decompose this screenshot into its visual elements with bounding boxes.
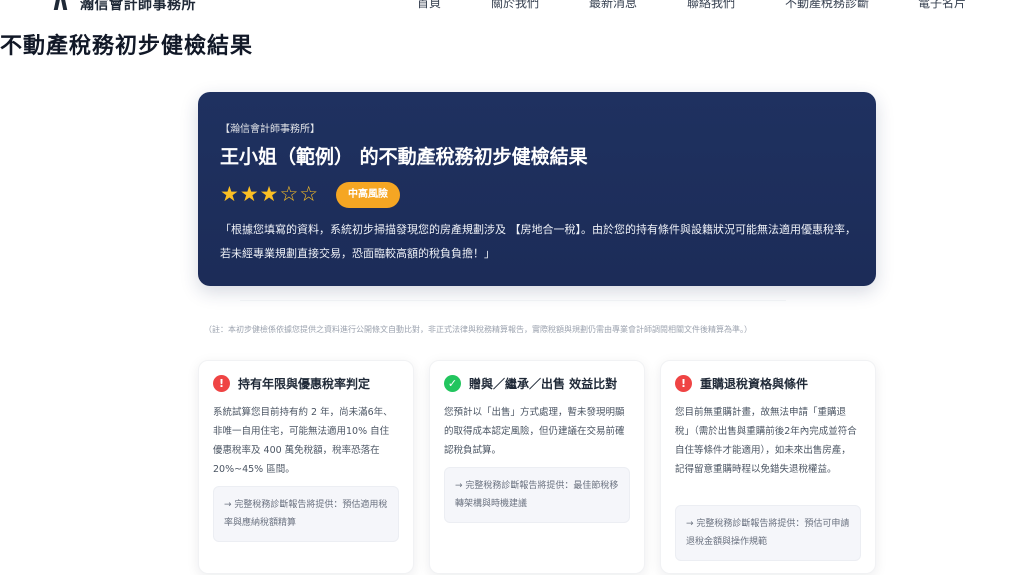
nav-item-business-card[interactable]: 電子名片 — [918, 0, 966, 11]
star-empty-icon: ☆☆ — [279, 182, 320, 206]
card-title: 重購退稅資格與條件 — [700, 377, 809, 391]
divider — [240, 300, 786, 301]
card-body: 您目前無重購計畫，故無法申請「重購退稅」（需於出售與重購前後2年內完成並符合自住… — [675, 407, 857, 475]
nav-item-property-tax-diagnosis[interactable]: 不動產稅務診斷 — [785, 0, 869, 11]
nav-item-home[interactable]: 首頁 — [417, 0, 441, 11]
page-title: 不動產稅務初步健檢結果 — [0, 34, 254, 59]
assessment-card-repurchase-refund: ! 重購退稅資格與條件 您目前無重購計畫，故無法申請「重購退稅」（需於出售與重購… — [660, 360, 876, 574]
full-report-callout: → 完整稅務診斷報告將提供：預估可申請退稅金額與操作規範 — [675, 505, 861, 561]
card-title: 持有年限與優惠稅率判定 — [238, 377, 371, 391]
top-navigation: 瀚信會計師事務所 首頁 關於我們 最新消息 聯絡我們 不動產稅務診斷 電子名片 — [0, 0, 1024, 14]
nav-item-about[interactable]: 關於我們 — [491, 0, 539, 11]
nav-item-contact[interactable]: 聯絡我們 — [687, 0, 735, 11]
card-header: ! 持有年限與優惠稅率判定 — [213, 375, 370, 392]
main-nav: 首頁 關於我們 最新消息 聯絡我們 不動產稅務診斷 電子名片 — [0, 0, 1024, 14]
risk-rating-stars: ★★★☆☆ — [220, 182, 319, 206]
disclaimer-note: （註：本初步健檢係依據您提供之資料進行公開條文自動比對，非正式法律與稅務精算報告… — [204, 325, 752, 334]
firm-tag: 【瀚信會計師事務所】 — [220, 124, 320, 135]
card-header: ! 重購退稅資格與條件 — [675, 375, 808, 392]
full-report-callout: → 完整稅務診斷報告將提供：最佳節稅移轉架構與時機建議 — [444, 467, 630, 523]
star-filled-icon: ★★★ — [220, 182, 280, 206]
result-summary-card: 【瀚信會計師事務所】 王小姐（範例） 的不動產稅務初步健檢結果 ★★★☆☆ 中高… — [198, 92, 876, 286]
card-title: 贈與／繼承／出售 效益比對 — [469, 377, 618, 391]
warning-icon: ! — [213, 375, 230, 392]
assessment-card-transfer-comparison: ✓ 贈與／繼承／出售 效益比對 您預計以「出售」方式處理，暫未發現明顯的取得成本… — [429, 360, 645, 574]
nav-item-news[interactable]: 最新消息 — [589, 0, 637, 11]
card-body: 系統試算您目前持有約 2 年，尚未滿6年、非唯一自用住宅，可能無法適用10% 自… — [213, 407, 393, 475]
card-body: 您預計以「出售」方式處理，暫未發現明顯的取得成本認定風險，但仍建議在交易前確認稅… — [444, 407, 625, 456]
result-description: 「根據您填寫的資料，系統初步掃描發現您的房產規劃涉及 【房地合一稅】。由於您的持… — [220, 223, 856, 260]
full-report-callout: → 完整稅務診斷報告將提供：預估適用稅率與應納稅額精算 — [213, 486, 399, 542]
result-title: 王小姐（範例） 的不動產稅務初步健檢結果 — [220, 146, 588, 168]
warning-icon: ! — [675, 375, 692, 392]
assessment-card-holding-period: ! 持有年限與優惠稅率判定 系統試算您目前持有約 2 年，尚未滿6年、非唯一自用… — [198, 360, 414, 574]
check-icon: ✓ — [444, 375, 461, 392]
risk-level-badge: 中高風險 — [336, 182, 400, 208]
card-header: ✓ 贈與／繼承／出售 效益比對 — [444, 375, 617, 392]
